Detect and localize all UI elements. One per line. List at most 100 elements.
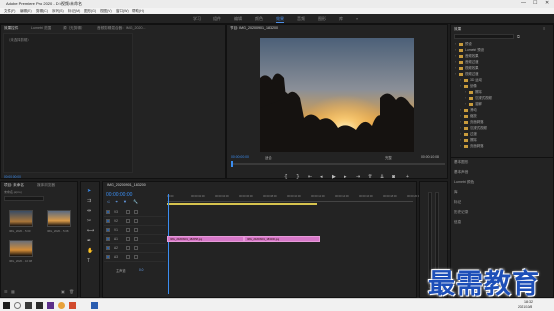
maximize-icon[interactable]: ☐ [533, 1, 537, 6]
workspace-audio[interactable]: 音频 [297, 16, 305, 22]
tab-source[interactable]: 源（无剪辑） [63, 26, 85, 31]
clip-thumbnail-3[interactable] [9, 240, 33, 257]
step-back-icon[interactable]: ◂ [320, 175, 323, 180]
panel-menu-icon[interactable]: ≡ [543, 26, 545, 31]
timeline-playhead[interactable] [168, 194, 169, 294]
section-lumetri-color[interactable]: Lumetri 颜色 [454, 180, 474, 185]
snap-icon[interactable]: ⊂ [107, 199, 110, 204]
source-patch-toggle[interactable] [106, 228, 110, 232]
timeline-clip-1[interactable]: IMG_20200901_182658.jpg [167, 236, 244, 242]
effects-search-input[interactable] [454, 34, 514, 39]
mute-icon[interactable] [134, 237, 138, 241]
mark-in-icon[interactable]: ⦃ [284, 175, 288, 180]
track-header-v1[interactable]: V1 [104, 226, 166, 235]
lock-icon[interactable] [126, 246, 130, 250]
workspace-assembly[interactable]: 组件 [213, 16, 221, 22]
pen-tool-icon[interactable]: ✒ [87, 238, 91, 244]
track-header-a3[interactable]: A3 [104, 253, 166, 262]
track-header-a2[interactable]: A2 [104, 244, 166, 253]
add-button-icon[interactable]: + [406, 175, 409, 180]
mark-out-icon[interactable]: ⦄ [296, 175, 300, 180]
icon-view-icon[interactable]: ▦ [11, 289, 15, 294]
source-patch-toggle[interactable] [106, 255, 110, 259]
browser-icon[interactable] [58, 302, 65, 309]
go-to-in-icon[interactable]: ⇤ [308, 175, 312, 180]
workspace-libraries[interactable]: 库 [339, 16, 343, 22]
app-taskbar-icon[interactable] [47, 302, 54, 309]
eye-icon[interactable] [134, 228, 138, 232]
add-marker-icon[interactable]: ▼ [123, 199, 127, 204]
source-patch-toggle[interactable] [106, 246, 110, 250]
source-patch-toggle[interactable] [106, 210, 110, 214]
play-icon[interactable]: ▶ [332, 175, 336, 180]
eye-icon[interactable] [134, 210, 138, 214]
track-header-v3[interactable]: V3 [104, 208, 166, 217]
trash-icon[interactable]: 🗑 [69, 289, 74, 294]
slip-tool-icon[interactable]: ⟷ [87, 228, 94, 234]
workspace-graphics[interactable]: 图形 [318, 16, 326, 22]
filter-icon[interactable]: ⧉ [517, 34, 520, 39]
time-ruler[interactable]: 00:00 00:00:02:00 00:00:04:00 00:00:06:00 00… [167, 194, 421, 202]
track-header-a1[interactable]: A1 [104, 235, 166, 244]
effect-controls-timecode[interactable]: 00:00:00:00 [4, 175, 21, 179]
start-icon[interactable] [3, 302, 10, 309]
app2-icon[interactable] [69, 302, 76, 309]
tab-media-browser[interactable]: 媒体浏览器 [37, 183, 55, 188]
track-header-v2[interactable]: V2 [104, 217, 166, 226]
effects-tree-item[interactable]: › 页面剥落 [460, 143, 484, 149]
linked-selection-icon[interactable]: ⚭ [115, 199, 118, 204]
project-search-input[interactable] [4, 196, 44, 201]
minimize-icon[interactable]: — [521, 1, 526, 6]
tab-project[interactable]: 项目: 未命名 [4, 183, 24, 188]
word-icon[interactable] [91, 302, 98, 309]
new-item-icon[interactable]: ▣ [61, 289, 65, 294]
mute-icon[interactable] [134, 246, 138, 250]
workspace-color[interactable]: 颜色 [255, 16, 263, 22]
razor-tool-icon[interactable]: ✂ [87, 218, 91, 224]
list-view-icon[interactable]: ☰ [4, 289, 8, 294]
mute-icon[interactable] [134, 255, 138, 259]
eye-icon[interactable] [134, 219, 138, 223]
section-info[interactable]: 信息 [454, 220, 461, 225]
task-view-icon[interactable] [25, 302, 32, 309]
lock-icon[interactable] [126, 228, 130, 232]
step-forward-icon[interactable]: ▸ [344, 175, 347, 180]
lock-icon[interactable] [126, 255, 130, 259]
workspace-effects[interactable]: 效果 [276, 16, 284, 23]
premiere-taskbar-icon[interactable] [36, 302, 43, 309]
master-volume[interactable]: 0.0 [139, 268, 143, 272]
timeline-clip-2[interactable]: IMG_20200901_183200.jpg [244, 236, 320, 242]
ripple-edit-tool-icon[interactable]: ⇹ [87, 208, 91, 214]
work-area-bar[interactable] [167, 203, 317, 205]
lock-icon[interactable] [126, 219, 130, 223]
export-frame-icon[interactable]: ◙ [392, 175, 395, 180]
type-tool-icon[interactable]: T [87, 258, 90, 264]
section-essential-sound[interactable]: 基本声音 [454, 170, 468, 175]
search-icon[interactable] [14, 302, 21, 309]
lift-icon[interactable]: ⇈ [368, 175, 372, 180]
workspace-learn[interactable]: 学习 [193, 16, 201, 22]
tab-audio-mixer[interactable]: 音频剪辑混合器：IMG_2020... [97, 26, 146, 31]
program-timecode[interactable]: 00:00:00:00 [231, 155, 249, 159]
close-icon[interactable]: ✕ [545, 1, 549, 6]
section-essential-graphics[interactable]: 基本图形 [454, 160, 468, 165]
source-patch-toggle[interactable] [106, 237, 110, 241]
section-markers[interactable]: 标记 [454, 200, 461, 205]
program-scrubber[interactable] [231, 163, 445, 165]
clip-thumbnail-1[interactable] [9, 210, 33, 227]
fit-select[interactable]: 适合 [265, 155, 272, 160]
section-history[interactable]: 历史记录 [454, 210, 468, 215]
lock-icon[interactable] [126, 210, 130, 214]
workspace-editing[interactable]: 编辑 [234, 16, 242, 22]
tab-lumetri-scopes[interactable]: Lumetri 范围 [31, 26, 51, 31]
tab-effect-controls[interactable]: 效果控件 [4, 26, 18, 31]
timeline-settings-icon[interactable]: 🔧 [133, 199, 138, 204]
section-libraries[interactable]: 库 [454, 190, 458, 195]
clip-thumbnail-2[interactable] [47, 210, 71, 227]
tab-program[interactable]: 节目: IMG_20200901_183200 [230, 26, 278, 31]
program-playhead[interactable] [231, 161, 233, 167]
workspace-more[interactable]: » [356, 16, 358, 21]
quality-select[interactable]: 完整 [385, 155, 392, 160]
hand-tool-icon[interactable]: ✋ [87, 248, 93, 254]
selection-tool-icon[interactable]: ➤ [87, 188, 91, 194]
